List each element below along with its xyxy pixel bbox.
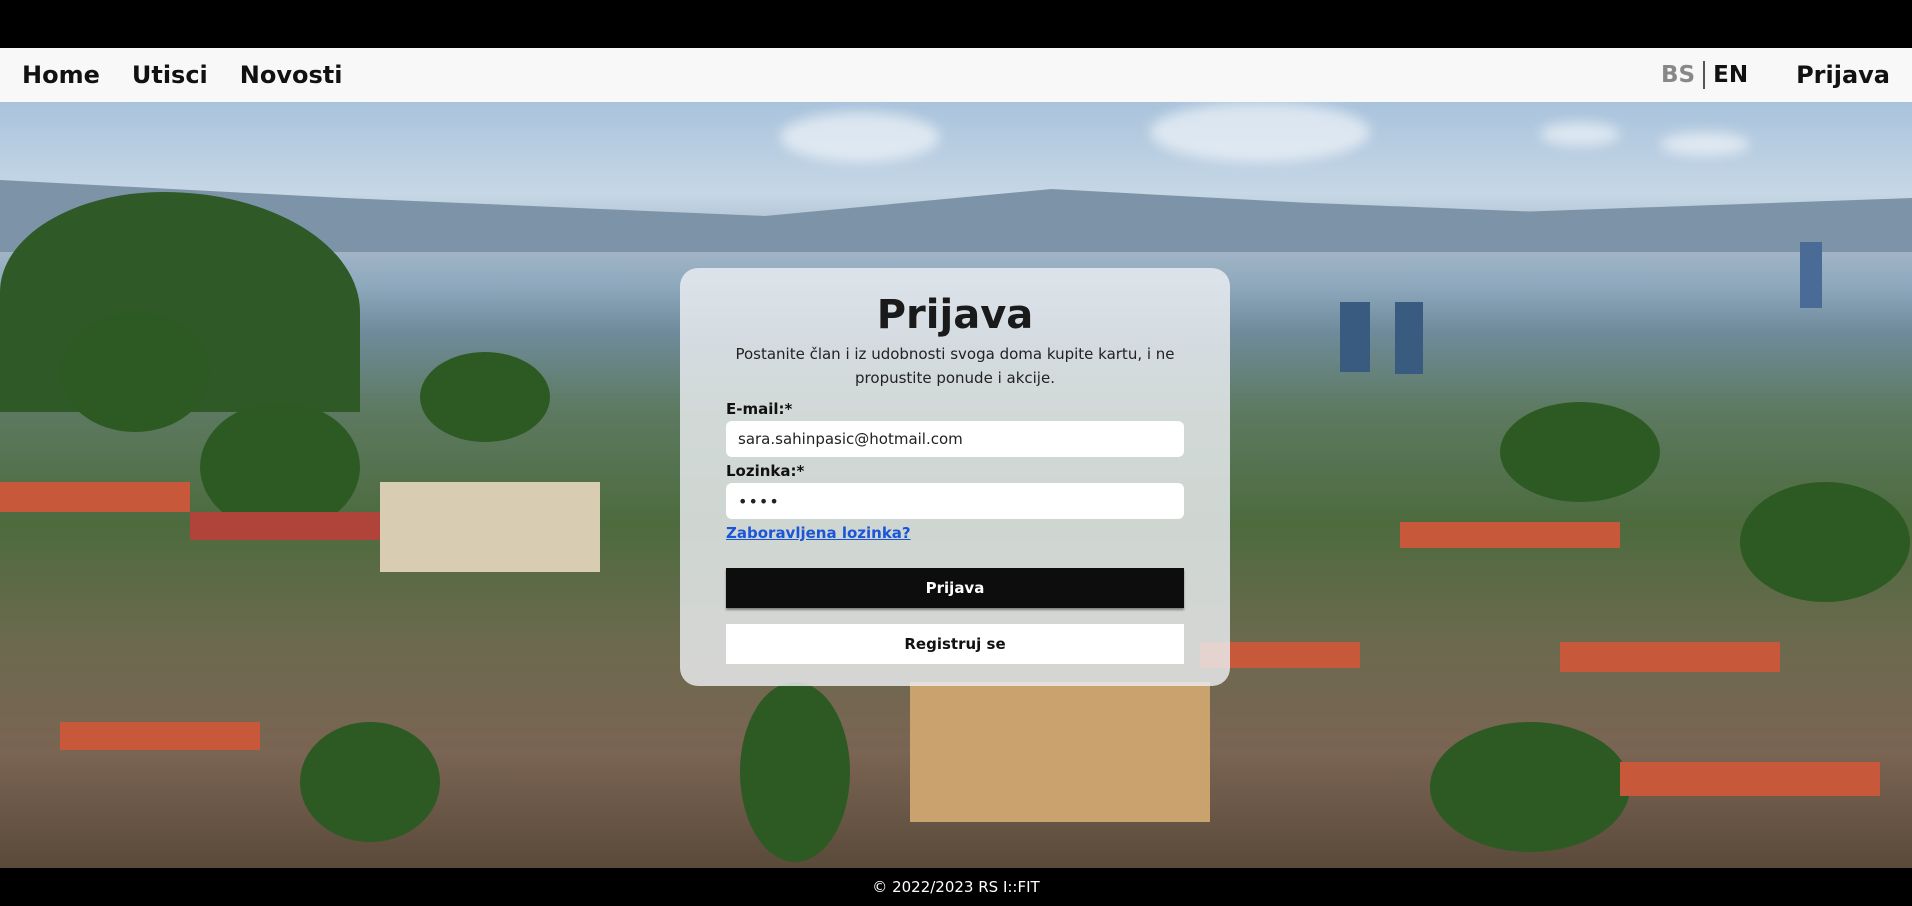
register-button[interactable]: Registruj se [726,624,1184,664]
footer-copyright: © 2022/2023 RS I::FIT [872,878,1040,896]
email-label: E-mail:* [726,400,793,418]
password-field[interactable]: •••• [726,483,1184,519]
nav-novosti-link[interactable]: Novosti [240,61,343,89]
lang-bs-button[interactable]: BS [1653,62,1703,88]
login-card: Prijava Postanite član i iz udobnosti sv… [680,268,1230,686]
lang-en-button[interactable]: EN [1705,62,1756,88]
login-subtitle: Postanite član i iz udobnosti svoga doma… [735,345,1175,387]
login-title: Prijava [876,292,1034,338]
nav-utisci-link[interactable]: Utisci [132,61,208,89]
login-submit-button[interactable]: Prijava [726,568,1184,608]
nav-home-link[interactable]: Home [22,61,100,89]
email-field[interactable]: sara.sahinpasic@hotmail.com [726,421,1184,457]
nav-right: BS EN Prijava [1653,61,1890,89]
footer: © 2022/2023 RS I::FIT [0,868,1912,906]
top-black-bar [0,0,1912,48]
password-label: Lozinka:* [726,462,805,480]
navbar: Home Utisci Novosti BS EN Prijava [0,48,1912,102]
nav-login-link[interactable]: Prijava [1796,61,1890,89]
nav-links: Home Utisci Novosti [22,61,343,89]
forgot-password-link[interactable]: Zaboravljena lozinka? [726,524,911,542]
